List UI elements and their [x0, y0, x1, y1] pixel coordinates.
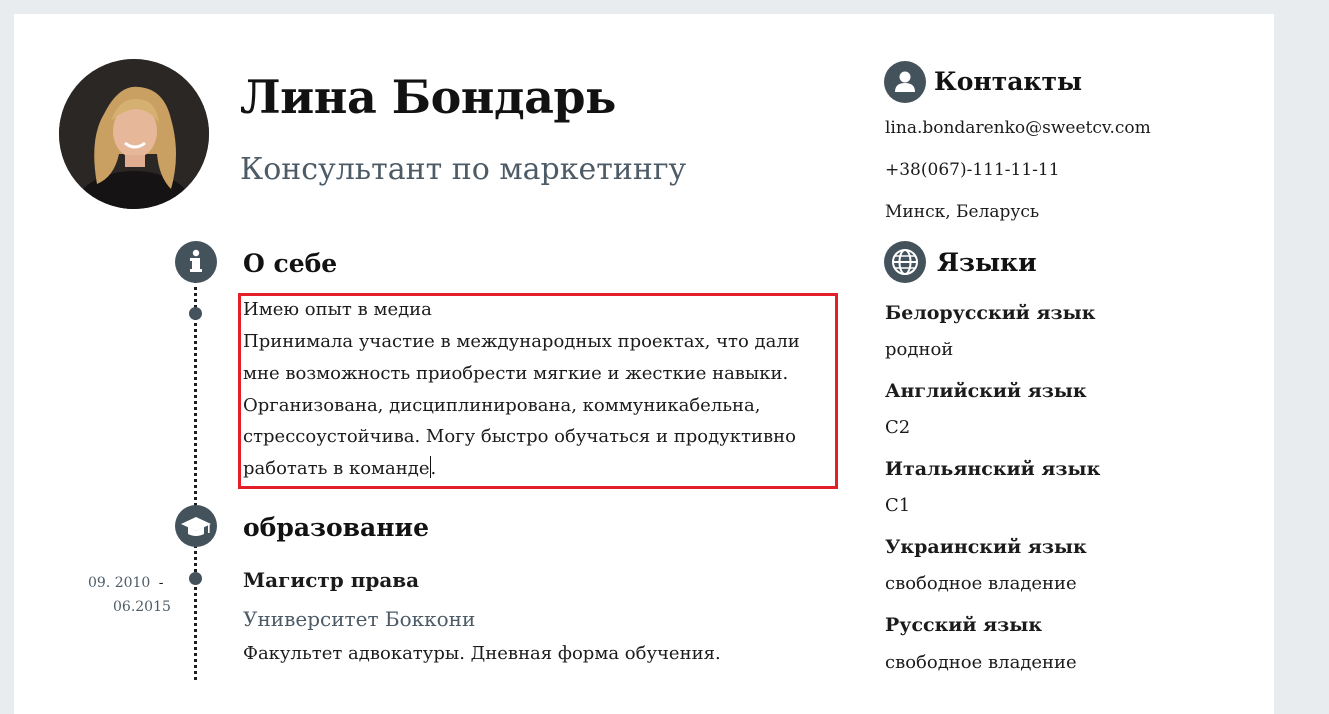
about-line: Имею опыт в медиа [243, 299, 432, 320]
language-name[interactable]: Белорусский язык [885, 302, 1095, 324]
language-level[interactable]: свободное владение [885, 573, 1077, 594]
about-line-end: . [430, 458, 437, 479]
contact-email[interactable]: lina.bondarenko@sweetcv.com [885, 118, 1151, 138]
edu-description[interactable]: Факультет адвокатуры. Дневная форма обуч… [243, 643, 721, 664]
edu-school[interactable]: Университет Боккони [243, 607, 475, 631]
info-icon [175, 241, 217, 283]
about-line: Принимала участие в международных проект… [243, 331, 800, 352]
graduation-cap-icon [175, 505, 217, 547]
contact-location[interactable]: Минск, Беларусь [885, 202, 1039, 222]
language-name[interactable]: Английский язык [885, 380, 1087, 402]
about-line: мне возможность приобрести мягкие и жест… [243, 363, 789, 384]
about-heading[interactable]: О себе [243, 249, 337, 278]
avatar[interactable] [59, 59, 209, 209]
language-level[interactable]: родной [885, 339, 953, 360]
about-line: стрессоустойчива. Могу быстро обучаться … [243, 426, 796, 447]
profile-title[interactable]: Консультант по маркетингу [240, 152, 686, 187]
contact-phone[interactable]: +38(067)-111-11-11 [885, 160, 1060, 180]
about-line-last: работать в команде. [243, 456, 436, 479]
language-name[interactable]: Русский язык [885, 614, 1042, 636]
language-level[interactable]: С2 [885, 417, 910, 438]
edu-date-separator: - [158, 575, 164, 591]
timeline-dot [189, 307, 202, 320]
edu-date-end: 06.2015 [113, 599, 171, 615]
education-heading[interactable]: образование [243, 513, 429, 542]
languages-heading[interactable]: Языки [937, 248, 1037, 277]
language-name[interactable]: Итальянский язык [885, 458, 1100, 480]
edu-degree[interactable]: Магистр права [243, 568, 419, 592]
language-name[interactable]: Украинский язык [885, 536, 1087, 558]
edu-date-start-text: 09. 2010 [88, 575, 151, 591]
language-level[interactable]: С1 [885, 495, 910, 516]
profile-photo [59, 59, 209, 209]
language-level[interactable]: свободное владение [885, 652, 1077, 673]
timeline-dot [189, 572, 202, 585]
about-line-text: работать в команде [243, 458, 430, 479]
profile-name[interactable]: Лина Бондарь [240, 70, 616, 124]
timeline-line [194, 280, 197, 680]
user-icon [884, 61, 926, 103]
about-line: Организована, дисциплинирована, коммуник… [243, 395, 761, 416]
contacts-heading[interactable]: Контакты [934, 67, 1082, 96]
globe-icon [884, 241, 926, 283]
edu-date-start: 09. 2010 - [88, 575, 164, 591]
